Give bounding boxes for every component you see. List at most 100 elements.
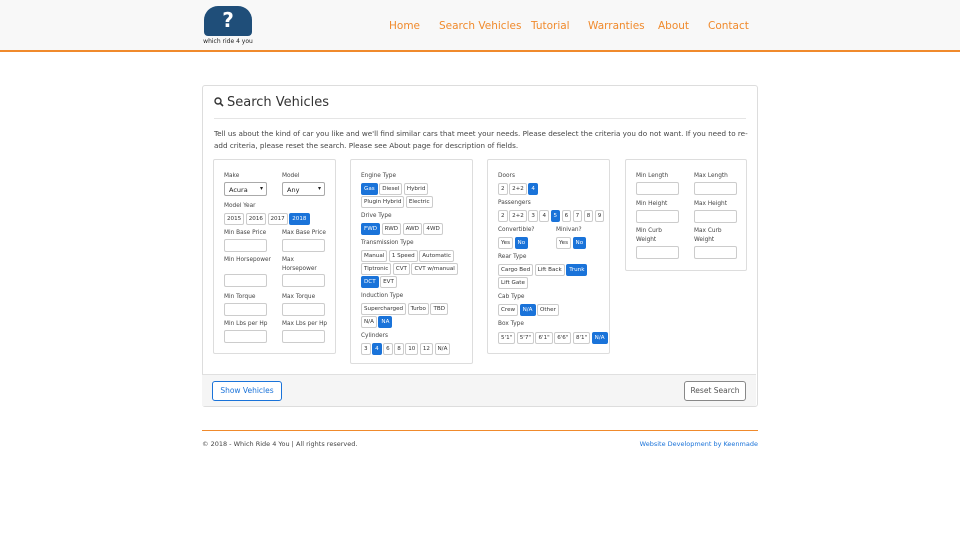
drive-chip[interactable]: FWD	[361, 223, 381, 235]
basic-criteria-box: Make Model Acura ▾ Any ▾ Model Year 2015 2…	[213, 159, 336, 354]
convertible-chip[interactable]: Yes	[498, 237, 514, 249]
cylinder-chip[interactable]: 8	[394, 343, 404, 355]
min-curb-weight-input[interactable]	[636, 246, 679, 259]
box-chip[interactable]: 8'1"	[572, 332, 591, 344]
doors-chip[interactable]: 2+2	[509, 183, 527, 195]
cylinder-chip[interactable]: 4	[372, 343, 382, 355]
rear-chip[interactable]: Lift Gate	[498, 277, 528, 289]
passengers-chip[interactable]: 4	[539, 210, 549, 222]
box-type-label: Box Type	[498, 321, 524, 327]
site-logo[interactable]: ? which ride 4 you	[202, 6, 254, 46]
drive-type-chips: FWD RWD AWD 4WD	[361, 223, 443, 235]
max-length-input[interactable]	[694, 182, 737, 195]
cylinder-chip[interactable]: 10	[405, 343, 419, 355]
transmission-chip[interactable]: 1 Speed	[388, 250, 418, 262]
developer-credit-link[interactable]: Website Development by Keenmade	[640, 440, 758, 448]
drive-chip[interactable]: AWD	[402, 223, 422, 235]
reset-search-button[interactable]: Reset Search	[684, 381, 746, 401]
induction-chip[interactable]: Supercharged	[361, 303, 407, 315]
nav-search-vehicles[interactable]: Search Vehicles	[439, 20, 521, 32]
passengers-chip[interactable]: 7	[572, 210, 583, 222]
max-horsepower-input[interactable]	[282, 274, 325, 287]
min-lbs-per-hp-input[interactable]	[224, 330, 267, 343]
max-height-label: Max Height	[694, 201, 727, 207]
induction-chip[interactable]: Turbo	[407, 303, 429, 315]
induction-chip[interactable]: N/A	[361, 316, 377, 328]
transmission-chip[interactable]: Automatic	[419, 250, 454, 262]
passengers-chip[interactable]: 9	[594, 210, 605, 222]
engine-chip[interactable]: Gas	[361, 183, 378, 195]
passengers-chip[interactable]: 6	[561, 210, 572, 222]
box-chip[interactable]: 6'6"	[554, 332, 572, 344]
divider	[214, 118, 746, 119]
convertible-chip[interactable]: No	[514, 237, 529, 249]
nav-contact[interactable]: Contact	[708, 20, 749, 32]
model-year-chips: 2015 2016 2017 2018	[224, 213, 310, 225]
box-chip[interactable]: 5'1"	[498, 332, 516, 344]
make-select[interactable]: Acura ▾	[224, 182, 267, 196]
min-torque-input[interactable]	[224, 303, 267, 316]
cylinders-label: Cylinders	[361, 333, 389, 339]
nav-tutorial[interactable]: Tutorial	[531, 20, 570, 32]
cab-chip[interactable]: Other	[537, 304, 559, 316]
engine-chip[interactable]: Diesel	[379, 183, 403, 195]
nav-warranties[interactable]: Warranties	[588, 20, 645, 32]
cylinder-chip[interactable]: 12	[419, 343, 433, 355]
cab-chip[interactable]: Crew	[498, 304, 519, 316]
drive-chip[interactable]: 4WD	[423, 223, 443, 235]
transmission-chip[interactable]: CVT w/manual	[411, 263, 458, 275]
box-chip[interactable]: N/A	[591, 332, 608, 344]
transmission-chips-2: Tiptronic CVT CVT w/manual	[361, 263, 458, 275]
rear-chip[interactable]: Trunk	[566, 264, 588, 276]
transmission-chip[interactable]: Tiptronic	[361, 263, 392, 275]
induction-chip[interactable]: NA	[378, 316, 393, 328]
engine-chip[interactable]: Plugin Hybrid	[361, 196, 405, 208]
year-chip[interactable]: 2017	[267, 213, 288, 225]
engine-chip[interactable]: Electric	[405, 196, 433, 208]
cab-chip[interactable]: N/A	[519, 304, 536, 316]
max-torque-input[interactable]	[282, 303, 325, 316]
transmission-chip[interactable]: CVT	[392, 263, 410, 275]
induction-chip[interactable]: TBD	[430, 303, 449, 315]
rear-chip[interactable]: Cargo Bed	[498, 264, 534, 276]
passengers-chip[interactable]: 3	[528, 210, 538, 222]
max-base-price-input[interactable]	[282, 239, 325, 252]
max-curb-weight-label: Max Curb Weight	[694, 228, 722, 243]
engine-chip[interactable]: Hybrid	[403, 183, 429, 195]
cylinder-chip[interactable]: 6	[383, 343, 393, 355]
transmission-chip[interactable]: Manual	[361, 250, 388, 262]
box-chip[interactable]: 5'7"	[516, 332, 534, 344]
doors-chip[interactable]: 2	[498, 183, 508, 195]
model-select[interactable]: Any ▾	[282, 182, 325, 196]
max-lbs-per-hp-input[interactable]	[282, 330, 325, 343]
box-chip[interactable]: 6'1"	[535, 332, 553, 344]
year-chip[interactable]: 2016	[245, 213, 266, 225]
rear-type-label: Rear Type	[498, 254, 527, 260]
min-height-input[interactable]	[636, 210, 679, 223]
passengers-chip[interactable]: 2+2	[509, 210, 527, 222]
min-length-input[interactable]	[636, 182, 679, 195]
minivan-chip[interactable]: Yes	[556, 237, 572, 249]
transmission-chip[interactable]: DCT	[361, 276, 379, 288]
show-vehicles-button[interactable]: Show Vehicles	[212, 381, 282, 401]
year-chip[interactable]: 2015	[224, 213, 245, 225]
doors-chip[interactable]: 4	[528, 183, 538, 195]
year-chip[interactable]: 2018	[289, 213, 310, 225]
drive-chip[interactable]: RWD	[381, 223, 402, 235]
rear-chip[interactable]: Lift Back	[534, 264, 565, 276]
transmission-chip[interactable]: EVT	[380, 276, 397, 288]
passengers-chip[interactable]: 2	[498, 210, 508, 222]
passengers-chip[interactable]: 5	[550, 210, 561, 222]
min-horsepower-input[interactable]	[224, 274, 267, 287]
transmission-chips: Manual 1 Speed Automatic	[361, 250, 454, 262]
top-navbar: ? which ride 4 you Home Search Vehicles …	[0, 0, 960, 52]
nav-about[interactable]: About	[658, 20, 689, 32]
max-height-input[interactable]	[694, 210, 737, 223]
passengers-chip[interactable]: 8	[583, 210, 594, 222]
min-base-price-input[interactable]	[224, 239, 267, 252]
cylinder-chip[interactable]: 3	[361, 343, 371, 355]
cylinder-chip[interactable]: N/A	[434, 343, 451, 355]
minivan-chip[interactable]: No	[572, 237, 587, 249]
max-curb-weight-input[interactable]	[694, 246, 737, 259]
nav-home[interactable]: Home	[389, 20, 420, 32]
